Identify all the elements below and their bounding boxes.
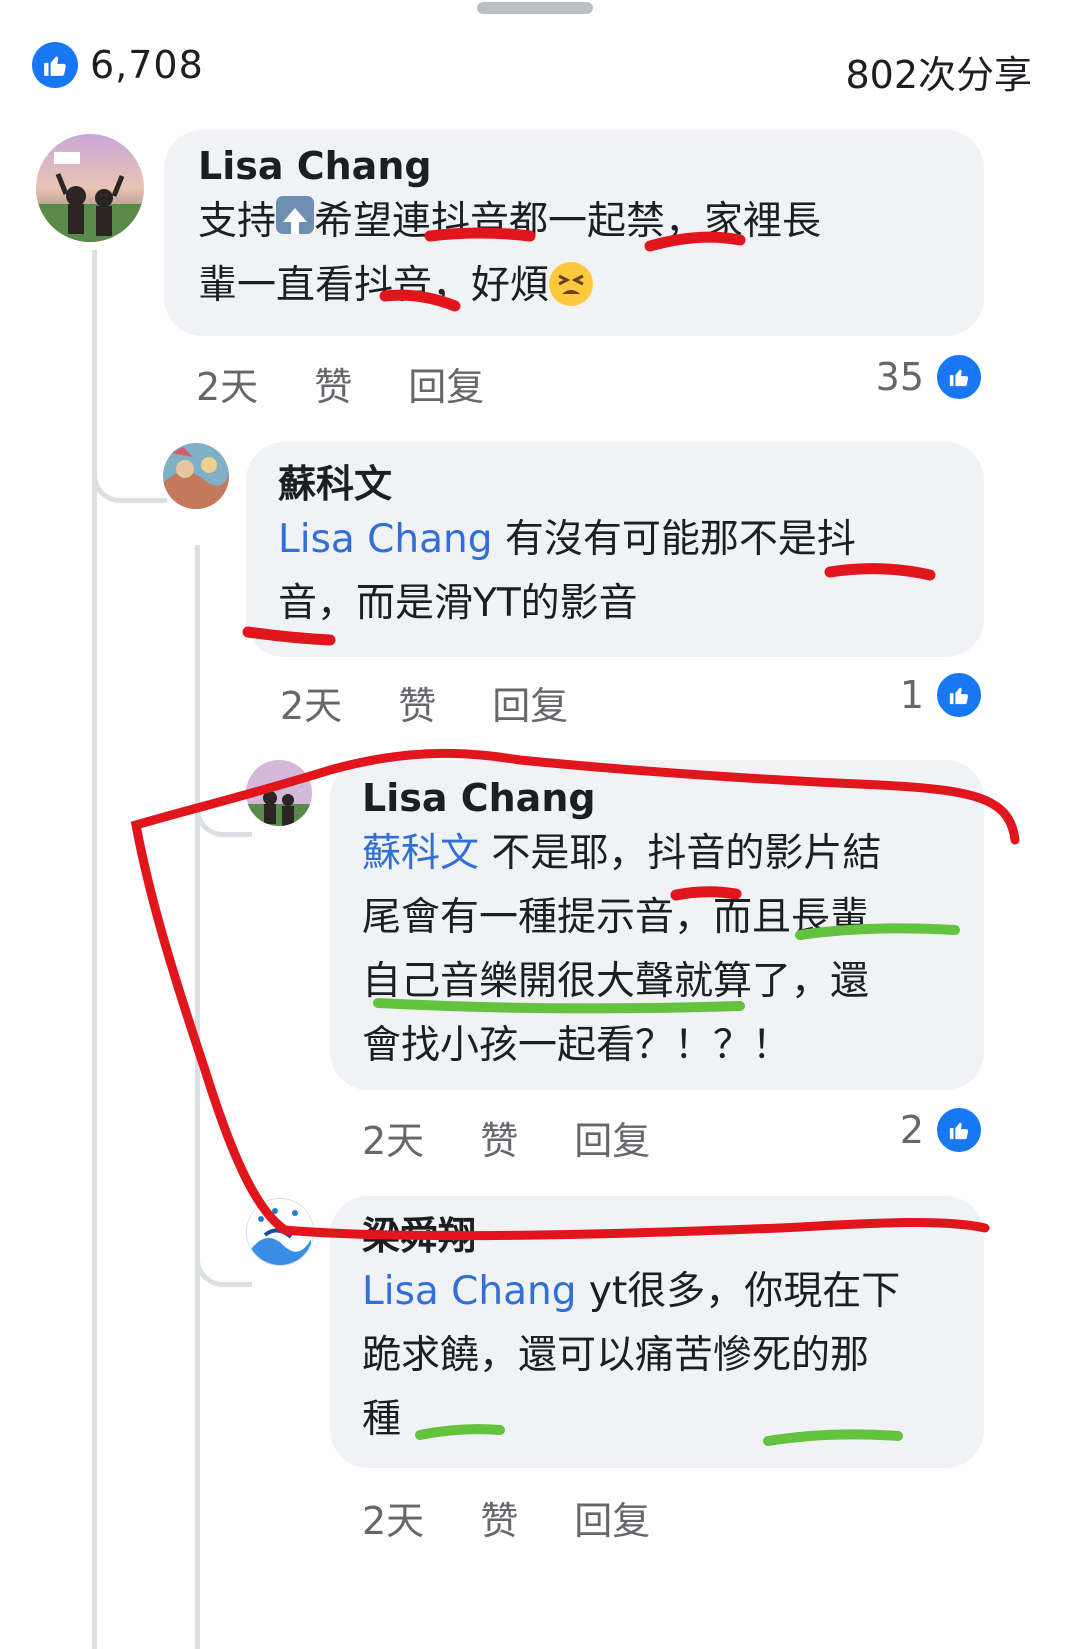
comment-actions: 2天 赞 回复 bbox=[196, 356, 540, 411]
reaction-number: 1 bbox=[899, 673, 924, 717]
comment-text-part: 不是耶，抖音的影片結 bbox=[491, 830, 882, 876]
comment-bubble[interactable]: Lisa Chang 蘇科文 不是耶，抖音的影片結 尾會有一種提示音，而且長輩 … bbox=[330, 760, 984, 1090]
mention-link[interactable]: Lisa Chang bbox=[362, 1269, 577, 1314]
reaction-count[interactable]: 2 bbox=[900, 1105, 984, 1155]
comment-bubble[interactable]: 梁舜翔 Lisa Chang yt很多，你現在下 跪求饒，還可以痛苦慘死的那 種 bbox=[330, 1196, 984, 1468]
comment-bubble[interactable]: 蘇科文 Lisa Chang 有沒有可能那不是抖 音，而是滑YT的影音 bbox=[246, 442, 984, 657]
comment-author[interactable]: Lisa Chang bbox=[198, 144, 950, 190]
reply-button[interactable]: 回复 bbox=[574, 1110, 650, 1165]
like-button[interactable]: 赞 bbox=[398, 675, 436, 730]
like-icon bbox=[934, 352, 984, 402]
comment-actions: 2天 赞 回复 bbox=[280, 675, 624, 730]
like-icon bbox=[934, 670, 984, 720]
sheet-grab-handle[interactable] bbox=[477, 2, 593, 14]
like-button[interactable]: 赞 bbox=[480, 1490, 518, 1545]
reaction-number: 35 bbox=[875, 355, 924, 399]
shares-count[interactable]: 802次分享 bbox=[845, 44, 1032, 99]
avatar-liang-shunxiang[interactable] bbox=[246, 1198, 314, 1266]
comment-author[interactable]: 梁舜翔 bbox=[362, 1214, 958, 1260]
mention-link[interactable]: 蘇科文 bbox=[362, 831, 479, 876]
comment-text-part: 跪求饒，還可以痛苦慘死的那 bbox=[362, 1332, 870, 1378]
comment-text-part: 輩一直看抖音，好煩 bbox=[198, 262, 550, 308]
like-button[interactable]: 赞 bbox=[480, 1110, 518, 1165]
comment-actions: 2天 赞 回复 bbox=[362, 1490, 706, 1545]
up-arrow-emoji-icon bbox=[276, 195, 315, 234]
comment-time[interactable]: 2天 bbox=[362, 1490, 424, 1545]
likes-summary[interactable]: 6,708 bbox=[32, 42, 204, 88]
comment-time[interactable]: 2天 bbox=[280, 675, 342, 730]
comment-author[interactable]: Lisa Chang bbox=[362, 776, 958, 822]
reaction-count[interactable]: 1 bbox=[900, 670, 984, 720]
thread-elbow-reply-3 bbox=[195, 1210, 252, 1287]
thread-elbow-reply-2 bbox=[195, 760, 252, 837]
comment-text-part: 種 bbox=[362, 1396, 402, 1442]
like-button[interactable]: 赞 bbox=[314, 356, 352, 411]
comment-text-part: 有沒有可能那不是抖 bbox=[504, 516, 856, 562]
comment-text-part: 自己音樂開很大聲就算了，還 bbox=[362, 958, 870, 1004]
comment-author[interactable]: 蘇科文 bbox=[278, 462, 954, 508]
comment-text-part: 尾會有一種提示音，而且長輩 bbox=[362, 894, 870, 940]
like-icon bbox=[934, 1105, 984, 1155]
avatar-lisa-chang[interactable] bbox=[36, 134, 144, 242]
comment-text: Lisa Chang 有沒有可能那不是抖 音，而是滑YT的影音 bbox=[278, 508, 954, 636]
comment-time[interactable]: 2天 bbox=[196, 356, 258, 411]
avatar-su-kewen[interactable] bbox=[163, 443, 229, 509]
comment-text: Lisa Chang yt很多，你現在下 跪求饒，還可以痛苦慘死的那 種 bbox=[362, 1260, 958, 1452]
avatar-lisa-chang[interactable] bbox=[246, 760, 312, 826]
tired-face-emoji-icon bbox=[549, 261, 594, 306]
likes-count: 6,708 bbox=[90, 43, 204, 87]
comment-text: 蘇科文 不是耶，抖音的影片結 尾會有一種提示音，而且長輩 自己音樂開很大聲就算了… bbox=[362, 822, 958, 1078]
comment-time[interactable]: 2天 bbox=[362, 1110, 424, 1165]
comment-text-part: 希望連抖音都一起禁，家裡長 bbox=[314, 198, 822, 244]
comment-actions: 2天 赞 回复 bbox=[362, 1110, 706, 1165]
reaction-number: 2 bbox=[899, 1108, 924, 1152]
reply-button[interactable]: 回复 bbox=[574, 1490, 650, 1545]
reaction-summary-bar: 6,708 802次分享 bbox=[0, 30, 1068, 100]
mention-link[interactable]: Lisa Chang bbox=[278, 517, 493, 562]
thread-elbow-reply-1 bbox=[92, 380, 167, 503]
reaction-count[interactable]: 35 bbox=[876, 352, 984, 402]
comment-text: 支持 希望連抖音都一起禁，家裡長 輩一直看抖音，好煩 bbox=[198, 190, 950, 318]
like-icon bbox=[32, 42, 78, 88]
comment-text-part: 會找小孩一起看？！？！ bbox=[362, 1022, 792, 1068]
comment-text-part: yt很多，你現在下 bbox=[588, 1268, 901, 1314]
reply-button[interactable]: 回复 bbox=[492, 675, 568, 730]
comment-bubble[interactable]: Lisa Chang 支持 希望連抖音都一起禁，家裡長 輩一直看抖音，好煩 bbox=[164, 130, 984, 336]
reply-button[interactable]: 回复 bbox=[408, 356, 484, 411]
comment-text-part: 支持 bbox=[198, 198, 277, 244]
comment-text-part: 音，而是滑YT的影音 bbox=[278, 580, 638, 626]
thread-line-replies bbox=[195, 545, 200, 1649]
